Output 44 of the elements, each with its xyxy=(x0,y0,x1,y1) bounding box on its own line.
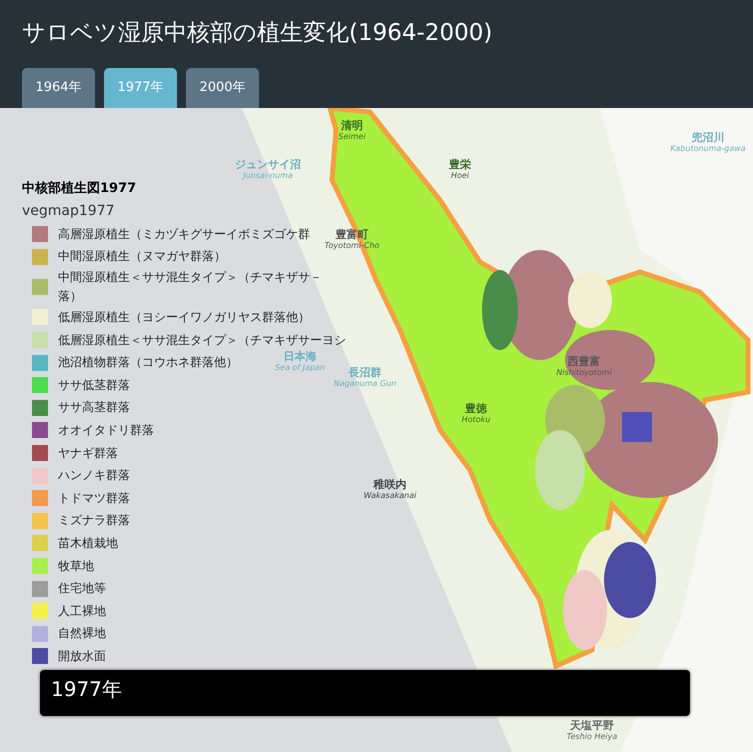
legend-label: ハンノキ群落 xyxy=(58,467,130,484)
legend-label: オオイタドリ群落 xyxy=(58,422,154,439)
legend-label: 中間湿原植生（ヌマガヤ群落） xyxy=(58,248,226,266)
page-title: サロベツ湿原中核部の植生変化(1964-2000) xyxy=(22,19,494,48)
map-place-romaji: Sea of Japan xyxy=(274,363,325,373)
map-place-romaji: Wakasakanai xyxy=(364,491,416,501)
year-caption: 1977年 xyxy=(40,670,690,716)
legend-label: ササ高茎群落 xyxy=(58,399,130,416)
legend-label: 人工裸地 xyxy=(58,602,106,620)
map-place-label: 豊徳 xyxy=(465,402,487,415)
legend-label: 低層湿原植生（ヨシーイワノガリヤス群落他） xyxy=(58,308,310,326)
map-place-label: 兜沼川 xyxy=(692,131,724,144)
map-place-romaji: Seimei xyxy=(338,132,366,142)
map-place-label: 豊栄 xyxy=(449,158,471,171)
legend-label: 牧草地 xyxy=(58,558,94,575)
map-place-label: 清明 xyxy=(341,119,363,132)
legend-label: ヤナギ群落 xyxy=(58,444,118,462)
map-place-romaji: Naganuma Gun xyxy=(334,379,396,389)
map-place-label: 日本海 xyxy=(284,350,316,363)
legend-label: 住宅地等 xyxy=(58,580,106,598)
map-place-romaji: Teshio Heiya xyxy=(566,732,618,742)
legend-title: 中核部植生図1977 xyxy=(22,180,138,198)
map-place-romaji: Hotoku xyxy=(462,415,490,425)
legend-label: 自然裸地 xyxy=(58,625,106,642)
map-place-label: 天塩平野 xyxy=(570,719,614,732)
legend-label: 中間湿原植生＜ササ混生タイプ＞（チマキザサ－ 落） xyxy=(58,269,322,306)
map-place-romaji: Kabutonuma-gawa xyxy=(670,144,746,154)
year-tab[interactable]: 2000年 xyxy=(186,68,259,108)
map-place-romaji: Hoei xyxy=(450,171,470,181)
legend-label: ササ低茎群落 xyxy=(58,376,130,394)
legend-label: トドマツ群落 xyxy=(58,490,130,507)
year-tab[interactable]: 1964年 xyxy=(22,68,95,108)
map-place-romaji: Junsai-numa xyxy=(243,171,293,181)
legend-label: 高層湿原植生（ミカヅキグサーイボミズゴケ群 xyxy=(58,226,310,243)
layer-name: vegmap1977 xyxy=(22,202,116,221)
legend-label: 苗木植栽地 xyxy=(58,534,118,552)
map-place-label: ジュンサイ沼 xyxy=(235,158,301,171)
map-place-label: 長沼群 xyxy=(348,366,382,379)
legend-label: 池沼植物群落（コウホネ群落他） xyxy=(58,354,238,372)
map-place-label: 西豊富 xyxy=(568,355,600,368)
legend-label: ミズナラ群落 xyxy=(58,512,130,530)
map-place-label: 稚咲内 xyxy=(374,478,406,491)
legend-label: 低層湿原植生＜ササ混生タイプ＞（チマキザサーヨシ xyxy=(58,332,346,349)
legend-label: 開放水面 xyxy=(58,648,106,665)
